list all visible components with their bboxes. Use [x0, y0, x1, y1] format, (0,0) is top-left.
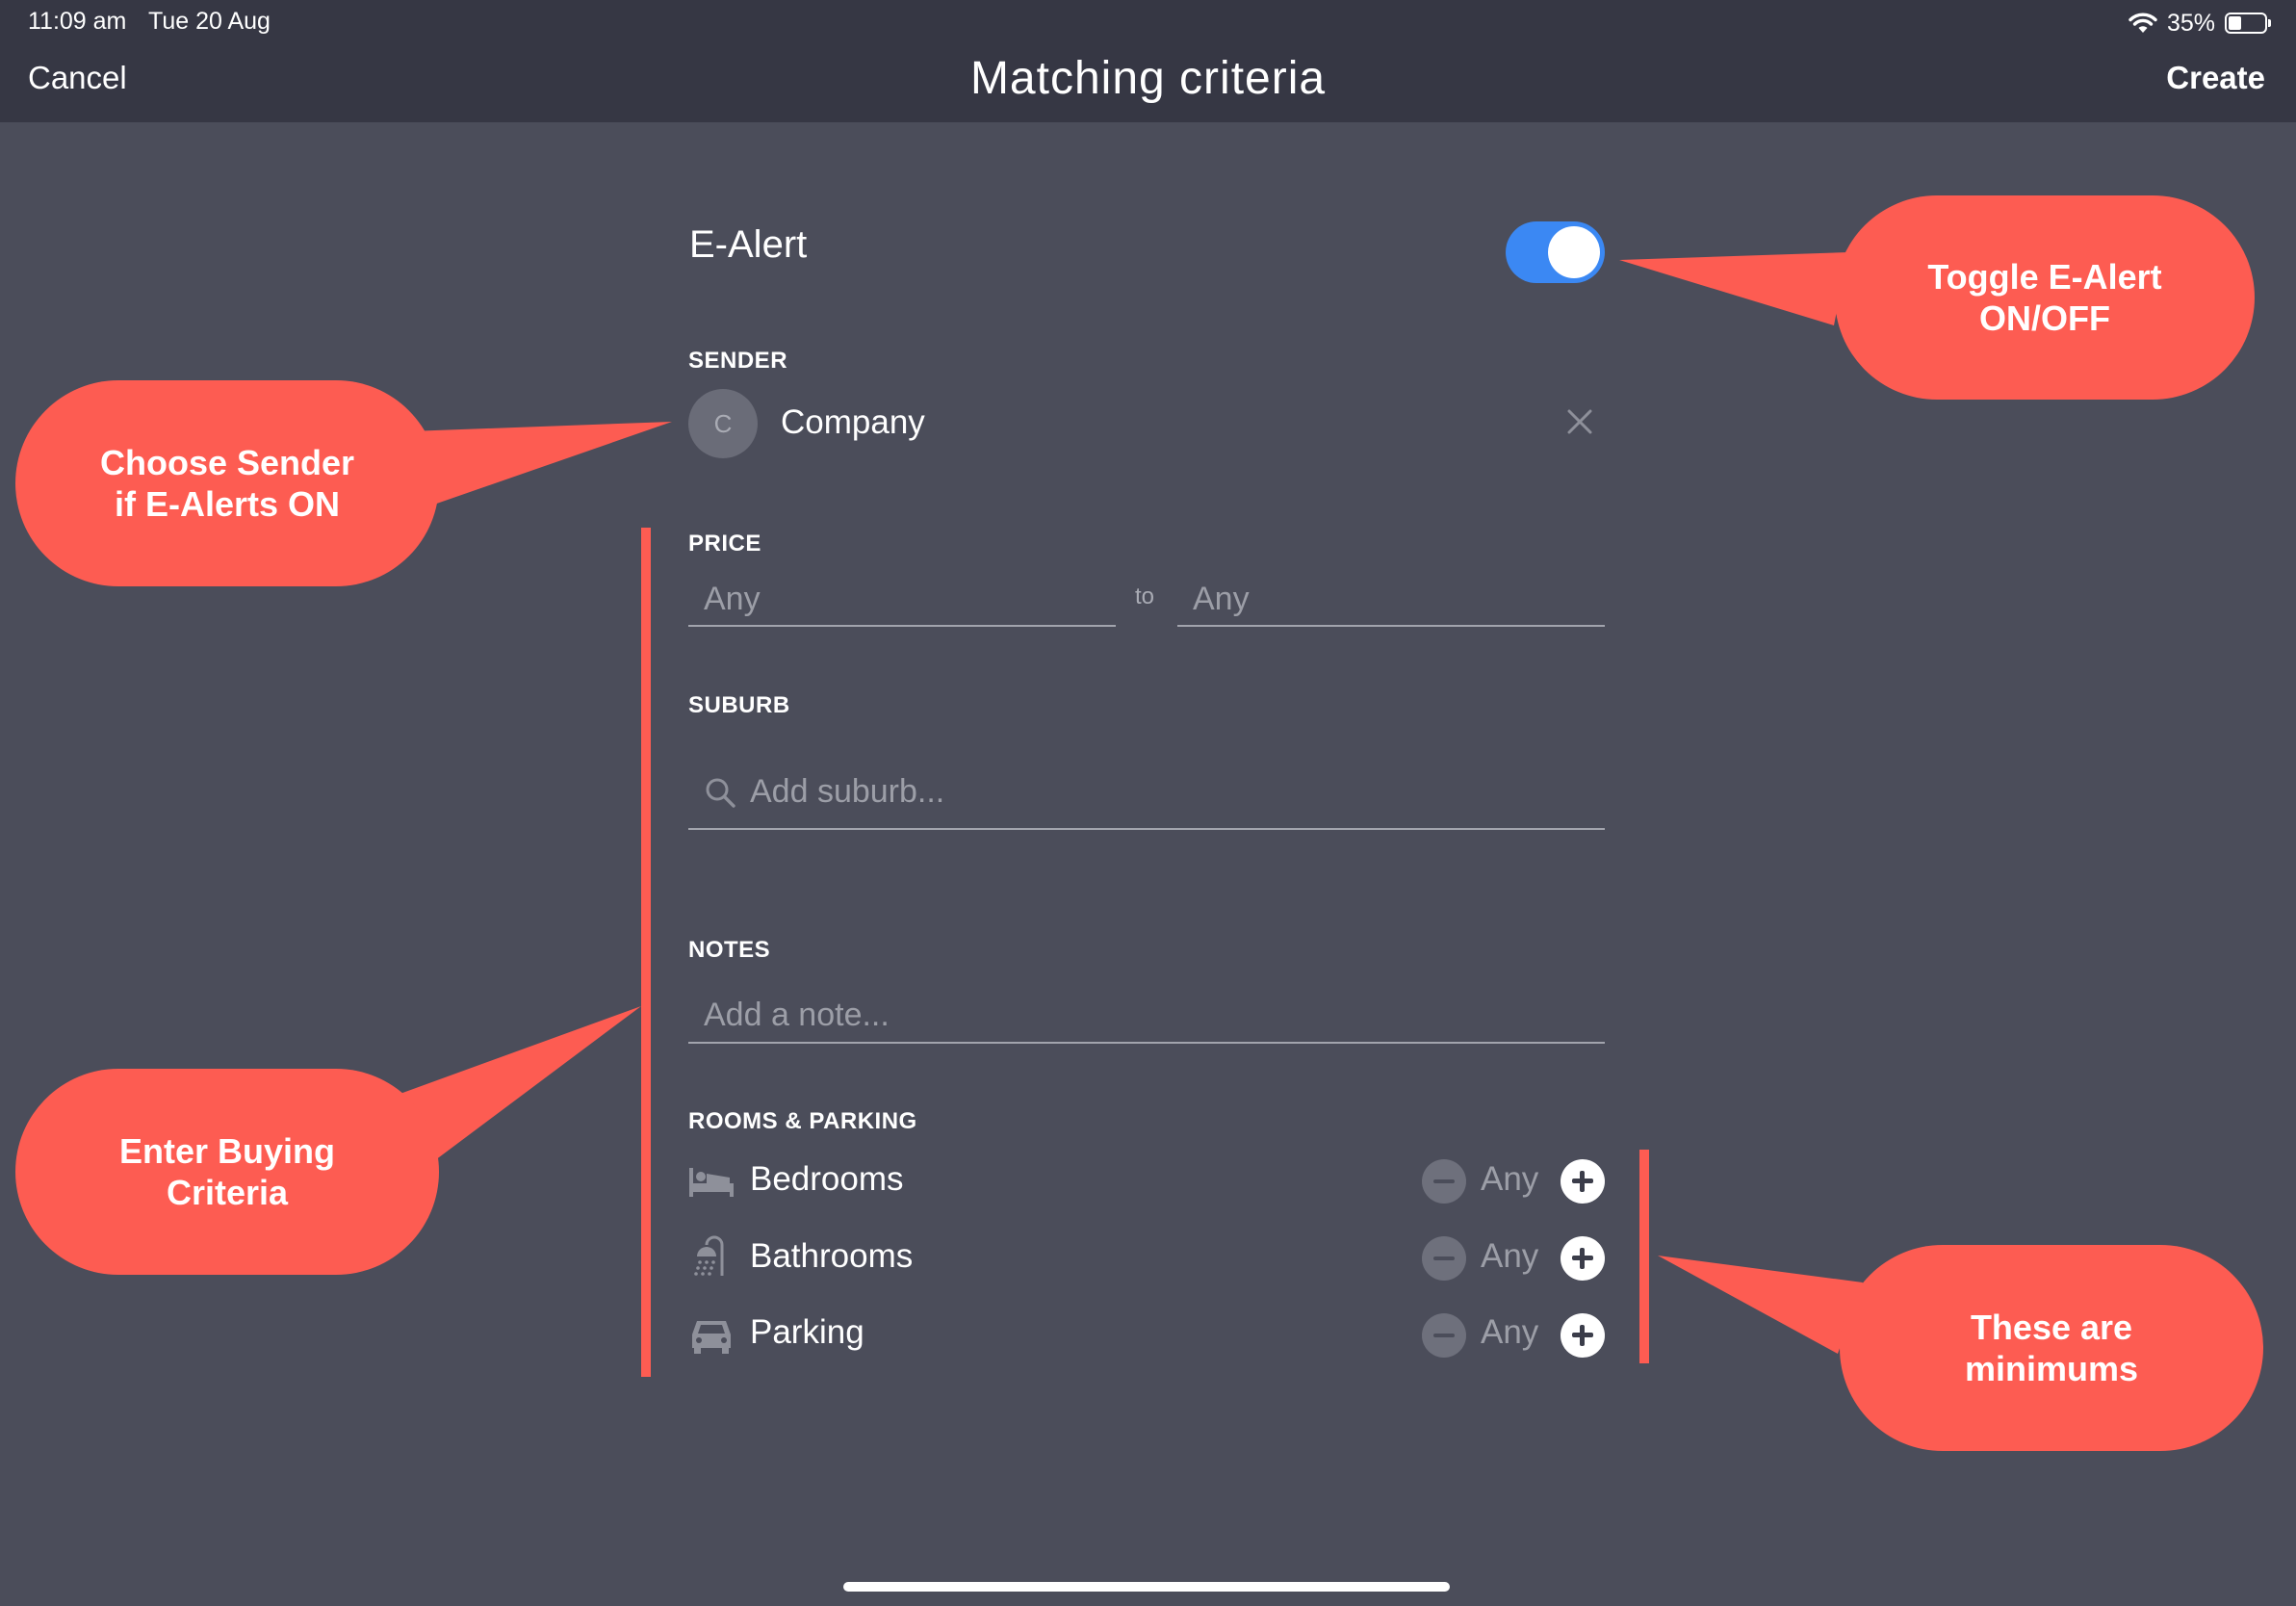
criteria-callout-text: Enter Buying Criteria [118, 1131, 335, 1212]
minimums-callout-pointer [1658, 1256, 1863, 1354]
toggle-callout: Toggle E-Alert ON/OFF [1835, 195, 2255, 400]
price-separator: to [1135, 583, 1155, 609]
rooms-section-label: ROOMS & PARKING [688, 1108, 917, 1134]
minimums-callout: These are minimums [1840, 1245, 2263, 1451]
parking-label: Parking [750, 1313, 864, 1351]
battery-percent: 35% [2166, 9, 2215, 37]
price-min-input[interactable]: Any [704, 581, 761, 618]
notes-input[interactable]: Add a note... [704, 997, 890, 1034]
wifi-icon [2128, 13, 2157, 33]
price-min-underline [688, 625, 1116, 627]
parking-decrement-button[interactable] [1422, 1313, 1466, 1358]
suburb-underline [688, 828, 1605, 830]
bathrooms-decrement-button[interactable] [1422, 1236, 1466, 1281]
bedrooms-increment-button[interactable] [1561, 1159, 1605, 1204]
ealert-toggle[interactable] [1506, 221, 1605, 283]
battery-level [2229, 16, 2241, 30]
close-icon[interactable] [1564, 406, 1595, 437]
notes-section-label: NOTES [688, 937, 771, 963]
toggle-callout-pointer [1619, 252, 1848, 325]
avatar[interactable]: C [688, 389, 758, 458]
ealert-label: E-Alert [689, 223, 808, 266]
sender-name[interactable]: Company [781, 403, 925, 442]
parking-increment-button[interactable] [1561, 1313, 1605, 1358]
criteria-bracket-line [641, 528, 651, 1377]
sender-callout: Choose Sender if E-Alerts ON [15, 380, 439, 586]
home-indicator[interactable] [843, 1582, 1450, 1592]
bedrooms-label: Bedrooms [750, 1160, 904, 1198]
status-time: 11:09 am [28, 8, 127, 35]
sender-callout-text: Choose Sender if E-Alerts ON [99, 443, 355, 524]
avatar-initial: C [713, 408, 733, 438]
create-button[interactable]: Create [2166, 60, 2265, 96]
sender-section-label: SENDER [688, 348, 788, 374]
toggle-callout-text: Toggle E-Alert ON/OFF [1927, 257, 2162, 338]
toggle-knob [1548, 226, 1600, 278]
bedrooms-value: Any [1481, 1160, 1539, 1198]
price-max-input[interactable]: Any [1193, 581, 1250, 618]
car-icon [692, 1321, 731, 1354]
search-icon [706, 778, 735, 808]
bathrooms-label: Bathrooms [750, 1237, 914, 1275]
parking-value: Any [1481, 1313, 1539, 1351]
shower-icon [694, 1235, 724, 1276]
minimums-callout-text: These are minimums [1964, 1308, 2139, 1388]
minimums-bracket-line [1639, 1150, 1649, 1363]
suburb-input[interactable]: Add suburb... [750, 773, 944, 811]
criteria-callout: Enter Buying Criteria [15, 1069, 439, 1275]
sender-callout-pointer [409, 422, 672, 506]
bathrooms-value: Any [1481, 1237, 1539, 1275]
suburb-section-label: SUBURB [688, 692, 790, 718]
page-title: Matching criteria [969, 53, 1327, 104]
battery-icon [2225, 13, 2271, 34]
price-section-label: PRICE [688, 531, 761, 557]
status-indicators: 35% [2128, 8, 2271, 39]
status-date: Tue 20 Aug [148, 8, 271, 35]
top-bar: 11:09 am Tue 20 Aug 35% Cancel Matching … [0, 0, 2296, 122]
notes-underline [688, 1042, 1605, 1044]
bedrooms-decrement-button[interactable] [1422, 1159, 1466, 1204]
bed-icon [689, 1168, 734, 1197]
price-max-underline [1177, 625, 1605, 627]
bathrooms-increment-button[interactable] [1561, 1236, 1605, 1281]
